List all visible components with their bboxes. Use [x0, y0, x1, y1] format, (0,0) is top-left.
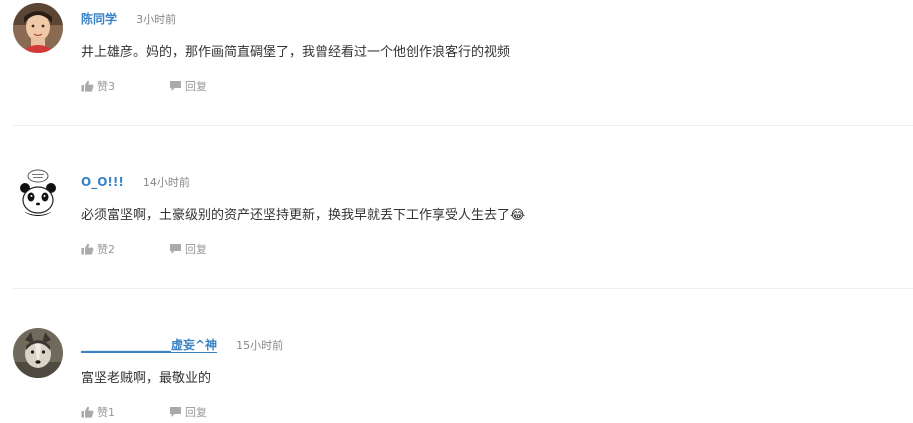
like-count-label: 赞3	[97, 80, 115, 93]
dog-photo-avatar-icon	[13, 328, 63, 378]
person-photo-avatar-icon	[13, 3, 63, 53]
comment-actions: 赞1 回复	[81, 404, 207, 420]
comment-actions: 赞3 回复	[81, 78, 207, 94]
comment-text: 井上雄彦。妈的，那作画简直碉堡了，我曾经看过一个他创作浪客行的视频	[81, 45, 511, 60]
reply-button[interactable]: 回复	[169, 404, 207, 420]
reply-button[interactable]: 回复	[169, 241, 207, 257]
speech-bubble-icon	[170, 407, 181, 417]
comment-actions: 赞2 回复	[81, 241, 207, 257]
username-link[interactable]: 陈同学	[81, 10, 117, 27]
avatar[interactable]	[13, 3, 63, 53]
divider	[13, 125, 913, 126]
timestamp: 14小时前	[142, 175, 190, 189]
comment-meta: _______________虚妄^神 15小时前	[81, 334, 283, 354]
thumbs-up-icon	[81, 243, 94, 255]
like-button[interactable]: 赞1	[81, 404, 115, 420]
panda-avatar-icon	[13, 166, 63, 216]
comment-meta: 陈同学 3小时前	[81, 8, 176, 28]
reply-button[interactable]: 回复	[169, 78, 207, 94]
comment-meta: O_O!!! 14小时前	[81, 171, 190, 191]
reply-label: 回复	[185, 406, 207, 419]
thumbs-up-icon	[81, 406, 94, 418]
like-button[interactable]: 赞2	[81, 241, 115, 257]
comment-text: 富坚老贼啊，最敬业的	[81, 371, 212, 386]
thumbs-up-icon	[81, 80, 94, 92]
speech-bubble-icon	[170, 244, 181, 254]
timestamp: 3小时前	[136, 12, 177, 26]
speech-bubble-icon	[170, 81, 181, 91]
avatar[interactable]	[13, 328, 63, 378]
username-link[interactable]: _______________虚妄^神	[81, 336, 217, 353]
username-link[interactable]: O_O!!!	[81, 175, 124, 189]
reply-label: 回复	[185, 80, 207, 93]
avatar[interactable]	[13, 166, 63, 216]
like-button[interactable]: 赞3	[81, 78, 115, 94]
like-count-label: 赞1	[97, 406, 115, 419]
divider	[13, 288, 913, 289]
comment-text: 必须富坚啊，土豪级别的资产还坚持更新，换我早就丢下工作享受人生去了😂	[81, 208, 526, 223]
reply-label: 回复	[185, 243, 207, 256]
like-count-label: 赞2	[97, 243, 115, 256]
timestamp: 15小时前	[236, 338, 284, 352]
